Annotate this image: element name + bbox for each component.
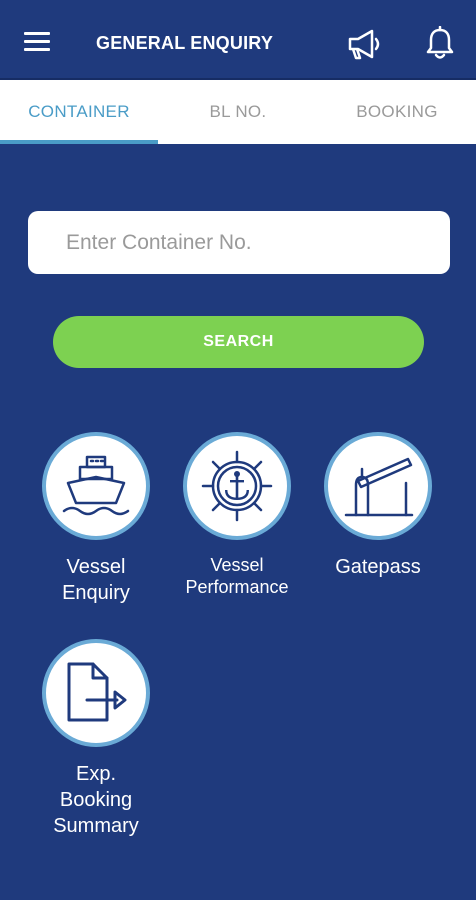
exp-booking-summary-circle [42,639,150,747]
tab-container[interactable]: CONTAINER [0,80,158,144]
vessel-enquiry-label: Vessel Enquiry [62,556,130,604]
gatepass-label: Gatepass [335,556,421,578]
vessel-performance-label: Vessel Performance [185,555,289,597]
gatepass-circle [324,432,432,540]
ship-icon [62,455,130,516]
gatepass-tile[interactable]: Gatepass [308,432,448,580]
exp-booking-summary-label: Exp. Booking Summary [53,763,139,837]
app-bar: GENERAL ENQUIRY [0,0,476,80]
tab-booking[interactable]: BOOKING [318,80,476,144]
megaphone-icon[interactable] [346,28,384,60]
ship-wheel-anchor-icon [201,450,273,522]
vessel-enquiry-circle [42,432,150,540]
exp-booking-summary-tile[interactable]: Exp. Booking Summary [26,639,166,839]
vessel-performance-tile[interactable]: Vessel Performance [167,432,307,598]
tab-bl-no[interactable]: BL NO. [159,80,317,144]
vessel-performance-circle [183,432,291,540]
search-button[interactable]: SEARCH [53,316,424,368]
vessel-enquiry-tile[interactable]: Vessel Enquiry [26,432,166,606]
bell-icon[interactable] [424,26,456,62]
container-number-input[interactable] [28,211,450,274]
menu-icon[interactable] [24,32,50,51]
barrier-gate-icon [344,457,414,517]
document-export-icon [67,662,127,722]
tab-bar: CONTAINER BL NO. BOOKING [0,80,476,144]
active-tab-indicator [0,140,158,144]
page-title: GENERAL ENQUIRY [96,33,274,53]
